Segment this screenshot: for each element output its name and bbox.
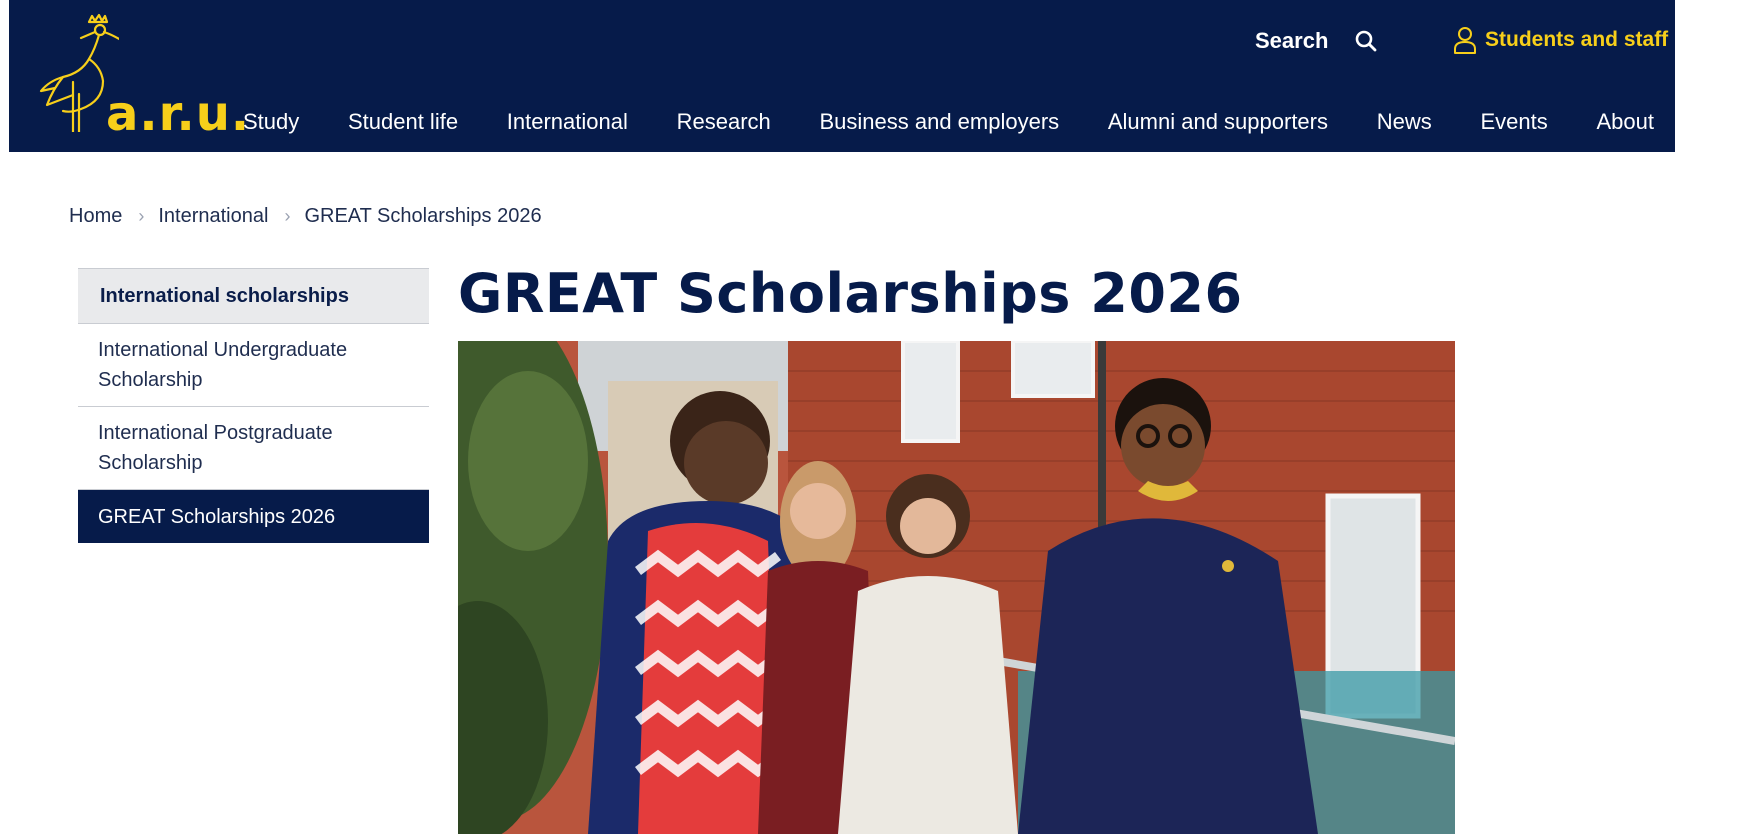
students-photo: [458, 341, 1455, 834]
students-and-staff-link[interactable]: Students and staff: [1453, 26, 1668, 54]
search-label: Search: [1255, 28, 1329, 53]
chevron-right-icon: ›: [138, 206, 145, 226]
user-icon: [1454, 27, 1476, 54]
sidebar-item-label: International Undergraduate Scholarship: [98, 339, 348, 391]
hero-image: [458, 341, 1455, 834]
breadcrumb: Home › International › GREAT Scholarship…: [69, 205, 542, 228]
sidebar-heading[interactable]: International scholarships: [78, 268, 429, 324]
page-title: GREAT Scholarships 2026: [458, 262, 1243, 325]
main-navigation: Study Student life International Researc…: [243, 106, 1654, 138]
nav-international[interactable]: International: [507, 109, 628, 135]
breadcrumb-international[interactable]: International: [158, 205, 268, 228]
sidebar-item-label: GREAT Scholarships 2026: [98, 505, 336, 528]
sidebar-item-international-postgraduate[interactable]: International Postgraduate Scholarship: [78, 407, 429, 490]
logo-wordmark: a.r.u.: [106, 86, 251, 142]
chevron-right-icon: ›: [284, 206, 291, 226]
breadcrumb-home[interactable]: Home: [69, 205, 122, 228]
nav-student-life[interactable]: Student life: [348, 109, 458, 135]
sidebar-item-international-undergraduate[interactable]: International Undergraduate Scholarship: [78, 324, 429, 407]
search-button[interactable]: Search: [1255, 28, 1378, 54]
nav-news[interactable]: News: [1377, 109, 1432, 135]
section-sidebar: International scholarships International…: [78, 268, 429, 543]
nav-alumni-and-supporters[interactable]: Alumni and supporters: [1108, 109, 1328, 135]
search-icon: [1356, 30, 1377, 52]
sidebar-item-great-scholarships[interactable]: GREAT Scholarships 2026: [78, 490, 429, 543]
nav-about[interactable]: About: [1596, 109, 1654, 135]
breadcrumb-current: GREAT Scholarships 2026: [304, 205, 542, 227]
students-and-staff-label: Students and staff: [1485, 28, 1669, 51]
nav-business-and-employers[interactable]: Business and employers: [819, 109, 1059, 135]
nav-research[interactable]: Research: [677, 109, 771, 135]
sidebar-heading-label: International scholarships: [100, 284, 349, 307]
nav-events[interactable]: Events: [1480, 109, 1547, 135]
site-header: a.r.u. Search Students and staff Study S…: [9, 0, 1675, 152]
aru-logo[interactable]: a.r.u.: [29, 12, 249, 138]
sidebar-item-label: International Postgraduate Scholarship: [98, 422, 333, 474]
nav-study[interactable]: Study: [243, 109, 299, 135]
